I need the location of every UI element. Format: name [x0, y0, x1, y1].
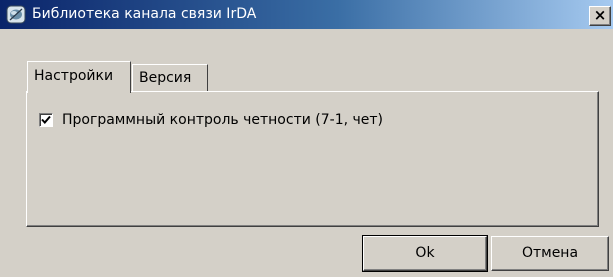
app-icon	[6, 5, 26, 24]
cancel-button-label: Отмена	[521, 245, 579, 261]
close-button[interactable]: ×	[589, 6, 611, 26]
tab-settings[interactable]: Настройки	[27, 61, 131, 93]
close-icon: ×	[593, 6, 607, 24]
tab-version-label: Версия	[139, 70, 192, 86]
window-title: Библиотека канала связи IrDA	[32, 6, 257, 22]
parity-checkbox[interactable]	[39, 113, 53, 127]
ok-button[interactable]: Ok	[362, 235, 488, 272]
tab-version[interactable]: Версия	[132, 64, 208, 92]
tab-settings-label: Настройки	[34, 68, 114, 84]
dialog-window: Библиотека канала связи IrDA × Настройки…	[0, 0, 613, 277]
ok-button-label: Ok	[415, 245, 435, 261]
checkmark-icon	[41, 115, 51, 124]
cancel-button[interactable]: Отмена	[491, 236, 609, 271]
parity-checkbox-label[interactable]: Программный контроль четности (7-1, чет)	[62, 110, 383, 130]
title-bar[interactable]: Библиотека канала связи IrDA ×	[0, 0, 613, 29]
